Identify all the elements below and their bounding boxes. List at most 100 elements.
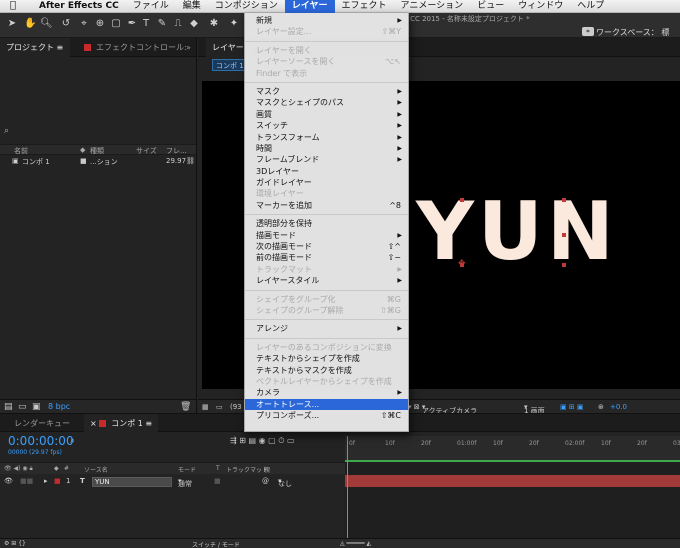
- flowchart-icon[interactable]: ▣ ⊞ ▣: [560, 403, 584, 411]
- camera-dropdown[interactable]: ▾ ⊠ アクティブカメラ ▾: [408, 403, 477, 415]
- bbox-handle[interactable]: [460, 198, 464, 202]
- snap-toggle[interactable]: ⌗: [582, 27, 594, 36]
- yun-text-layer[interactable]: YUN: [416, 185, 618, 278]
- menubar-item-2[interactable]: 編集: [176, 0, 208, 13]
- menubar-item-4[interactable]: レイヤー: [284, 0, 335, 13]
- bbox-handle[interactable]: [562, 198, 566, 202]
- menu-item[interactable]: 透明部分を保持: [245, 218, 408, 229]
- tab-effect-controls[interactable]: エフェクトコントロール:: [78, 38, 193, 57]
- search-icon[interactable]: ⌕: [70, 436, 75, 446]
- preserve-transparency-box[interactable]: ■: [214, 477, 221, 485]
- menubar-item-1[interactable]: ファイル: [126, 0, 176, 13]
- workspace-label[interactable]: ワークスペース： 標: [596, 27, 669, 38]
- bbox-handle[interactable]: [562, 233, 566, 237]
- menubar-item-8[interactable]: ウィンドウ: [511, 0, 570, 13]
- menu-item[interactable]: 3Dレイヤー: [245, 166, 408, 177]
- parent-dropdown[interactable]: なし ▾: [278, 477, 292, 488]
- pickwhip-icon[interactable]: @: [262, 477, 269, 485]
- interpret-footage-icon[interactable]: ▤: [4, 402, 13, 412]
- playhead[interactable]: [347, 436, 348, 540]
- search-icon: ⌕: [4, 126, 10, 136]
- menu-item[interactable]: プリコンポーズ... ⇧⌘C: [245, 410, 408, 421]
- view-layout-dropdown[interactable]: 1 画面 ▾: [524, 403, 545, 415]
- zoom-tool-icon[interactable]: 🔍︎: [40, 18, 53, 30]
- menu-item[interactable]: レイヤースタイル ▶: [245, 275, 408, 286]
- zoom-slider[interactable]: ◬ ━━━━━ ◭: [340, 540, 371, 547]
- eraser-tool-icon[interactable]: ◆: [188, 18, 200, 30]
- timeline-track-area[interactable]: [345, 462, 680, 540]
- visibility-icon[interactable]: 👁: [4, 477, 13, 485]
- reset-exposure-icon[interactable]: ⊛: [598, 403, 604, 411]
- footer-icons[interactable]: ⚙ ⊞ {}: [4, 540, 26, 547]
- project-item-row[interactable]: ▣ コンポ 1 ■ ...ション 29.97 ⛓: [0, 155, 196, 167]
- menu-item[interactable]: マスクとシェイプのパス ▶: [245, 97, 408, 108]
- layer-duration-bar[interactable]: [345, 475, 680, 487]
- tab-project[interactable]: プロジェクト ≡: [0, 38, 70, 57]
- menubar-item-9[interactable]: ヘルプ: [570, 0, 611, 13]
- expand-arrow-icon[interactable]: ▸: [44, 477, 48, 485]
- bpc-toggle[interactable]: 8 bpc: [48, 402, 70, 411]
- col-source-name[interactable]: ソース名: [84, 465, 108, 474]
- time-ruler[interactable]: 0f 10f 20f 01:00f 10f 20f 02:00f 10f 20f 03:00f: [345, 436, 680, 462]
- roto-brush-tool-icon[interactable]: ✱: [208, 18, 220, 30]
- menubar-item-7[interactable]: ビュー: [470, 0, 511, 13]
- zoom-value[interactable]: (93: [230, 403, 242, 411]
- menu-item[interactable]: マスク ▶: [245, 86, 408, 97]
- selection-tool-icon[interactable]: ➤: [6, 18, 18, 30]
- camera-tool-icon[interactable]: ⌖: [78, 18, 90, 30]
- menu-item[interactable]: 新規 ▶: [245, 15, 408, 26]
- menubar-item-5[interactable]: エフェクト: [335, 0, 394, 13]
- tab-comp[interactable]: × コンポ 1 ≡: [84, 414, 159, 433]
- type-tool-icon[interactable]: T: [140, 18, 152, 30]
- menu-item[interactable]: ガイドレイヤー: [245, 177, 408, 188]
- menu-item[interactable]: テキストからシェイプを作成: [245, 353, 408, 364]
- tab-render-queue[interactable]: レンダーキュー: [8, 414, 76, 433]
- solo-box[interactable]: ■■: [20, 477, 33, 485]
- menu-item[interactable]: フレームブレンド ▶: [245, 154, 408, 165]
- anchor-point-icon[interactable]: ✥: [458, 259, 466, 269]
- menu-item[interactable]: 画質 ▶: [245, 109, 408, 120]
- rotate-tool-icon[interactable]: ↺: [60, 18, 72, 30]
- trash-icon[interactable]: 🗑︎: [180, 402, 191, 412]
- menu-item[interactable]: 前の描画モード ⇧−: [245, 252, 408, 263]
- clone-stamp-tool-icon[interactable]: ⎍: [172, 18, 184, 30]
- project-search[interactable]: ⌕: [4, 126, 194, 139]
- exposure-value[interactable]: +0.0: [610, 403, 627, 411]
- new-comp-icon[interactable]: ▣: [32, 402, 41, 412]
- menu-item[interactable]: トランスフォーム ▶: [245, 132, 408, 143]
- menu-item[interactable]: 次の描画モード ⇧^: [245, 241, 408, 252]
- pan-behind-tool-icon[interactable]: ⊕: [94, 18, 106, 30]
- brush-tool-icon[interactable]: ✎: [156, 18, 168, 30]
- menu-item[interactable]: 描画モード ▶: [245, 230, 408, 241]
- snapshot-icon[interactable]: ▦: [202, 403, 209, 411]
- col-mode[interactable]: モード: [178, 465, 196, 474]
- menu-item[interactable]: マーカーを追加 ^8: [245, 200, 408, 211]
- timeline-tool-icons[interactable]: ⇶ ⊞ ▤ ◉ ▢ ⏱ ▭: [230, 436, 295, 446]
- menubar-item-6[interactable]: アニメーション: [394, 0, 471, 13]
- comp-navigator-button[interactable]: コンポ 1: [212, 59, 248, 71]
- new-folder-icon[interactable]: ▭: [18, 402, 27, 412]
- switches-modes-toggle[interactable]: スイッチ / モード: [192, 540, 240, 548]
- current-time[interactable]: 0:00:00:00: [8, 434, 74, 448]
- layer-label-color[interactable]: ■: [54, 477, 61, 485]
- menu-item[interactable]: 時間 ▶: [245, 143, 408, 154]
- layer-row[interactable]: 👁 ■■ ▸ ■ 1 T YUN 通常 ▾ ■ @ なし ▾: [0, 475, 345, 488]
- menubar-item-0[interactable]: After Effects CC: [32, 0, 126, 13]
- mask-tool-icon[interactable]: ▢: [110, 18, 122, 30]
- menu-item[interactable]: オートトレース...: [245, 398, 408, 411]
- panel-overflow-icon[interactable]: »: [180, 38, 197, 57]
- layer-name[interactable]: YUN: [92, 477, 172, 487]
- layer-mode-dropdown[interactable]: 通常 ▾: [178, 477, 192, 488]
- bbox-handle[interactable]: [562, 263, 566, 267]
- display-icon[interactable]: ▭: [216, 403, 223, 411]
- apple-icon[interactable]: : [10, 0, 24, 12]
- menu-item[interactable]: カメラ ▶: [245, 387, 408, 398]
- menu-item[interactable]: アレンジ ▶: [245, 323, 408, 334]
- menubar-item-3[interactable]: コンポジション: [208, 0, 285, 13]
- hand-tool-icon[interactable]: ✋: [24, 18, 36, 30]
- puppet-tool-icon[interactable]: ✦: [228, 18, 240, 30]
- menu-item[interactable]: スイッチ ▶: [245, 120, 408, 131]
- menu-item-label: レイヤー設定...: [256, 27, 312, 37]
- pen-tool-icon[interactable]: ✒: [126, 18, 138, 30]
- menu-item[interactable]: テキストからマスクを作成: [245, 365, 408, 376]
